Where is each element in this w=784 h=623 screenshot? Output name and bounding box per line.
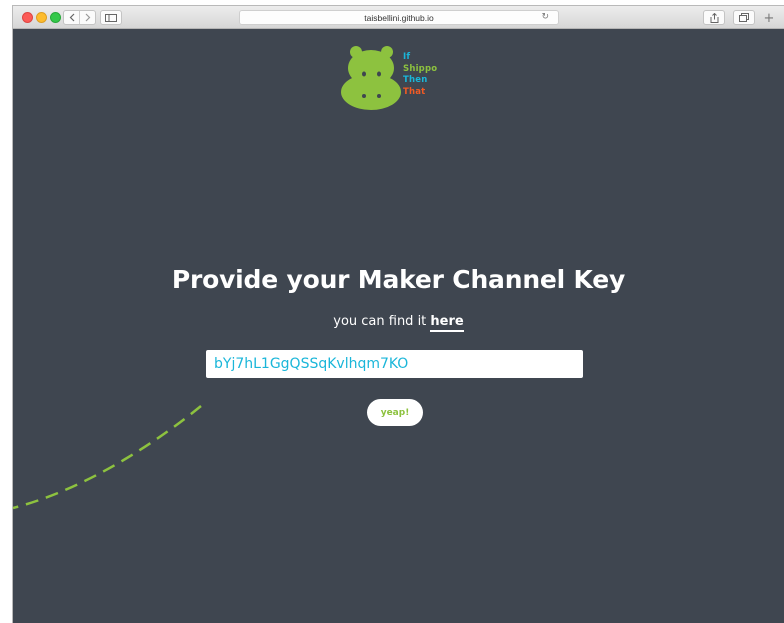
chevron-left-icon [69, 13, 74, 22]
browser-toolbar: taisbellini.github.io ↻ + [13, 6, 784, 29]
address-url: taisbellini.github.io [364, 12, 434, 23]
logo-line-that: That [403, 86, 426, 97]
sidebar-button[interactable] [100, 10, 122, 25]
page-title: Provide your Maker Channel Key [171, 265, 626, 294]
subtitle-text: you can find it [333, 314, 431, 329]
browser-window: taisbellini.github.io ↻ + If Shippo Then… [13, 6, 784, 623]
close-window-button[interactable] [22, 12, 33, 23]
chevron-right-icon [85, 13, 90, 22]
share-icon [710, 12, 718, 23]
logo-line-then: Then [403, 75, 428, 85]
tabs-icon [739, 13, 749, 22]
minimize-window-button[interactable] [36, 12, 47, 23]
reload-icon[interactable]: ↻ [541, 12, 549, 22]
zoom-window-button[interactable] [50, 12, 61, 23]
submit-button[interactable]: yeap! [367, 399, 423, 426]
logo-wordmark: If Shippo Then That [403, 52, 437, 98]
subtitle: you can find it here [13, 314, 784, 332]
logo-line-if: If [403, 52, 411, 62]
logo-line-shippo: Shippo [403, 63, 438, 74]
new-tab-button[interactable]: + [761, 10, 777, 26]
back-button[interactable] [64, 11, 79, 24]
plus-icon: + [763, 10, 775, 26]
tabs-overview-button[interactable] [733, 10, 755, 25]
sidebar-icon [105, 13, 117, 22]
page-content: If Shippo Then That Provide your Maker C… [13, 30, 784, 623]
share-button[interactable] [703, 10, 725, 25]
history-nav [63, 10, 96, 25]
maker-key-input[interactable] [206, 350, 583, 378]
forward-button[interactable] [79, 11, 95, 24]
here-link[interactable]: here [430, 314, 464, 332]
address-bar[interactable]: taisbellini.github.io ↻ [239, 10, 559, 25]
